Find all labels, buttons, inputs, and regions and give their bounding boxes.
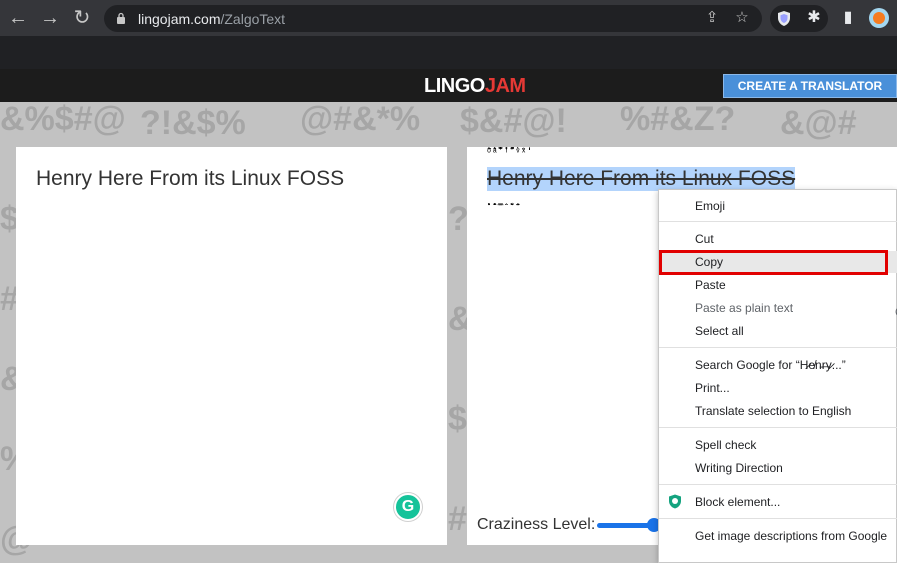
forward-arrow-icon[interactable]: → bbox=[38, 6, 62, 30]
output-text: Henry Here From its Linux FOSS bbox=[487, 167, 796, 191]
menu-separator bbox=[659, 484, 897, 485]
input-text: Henry Here From its Linux FOSS bbox=[36, 167, 345, 190]
puzzle-extensions-icon[interactable]: ✱ bbox=[804, 8, 824, 28]
browser-toolbar: ← → ↻ lingojam.com/ZalgoText ⇪ ☆ ✱ ▮ bbox=[0, 0, 897, 36]
site-header: LINGOJAM CREATE A TRANSLATOR bbox=[0, 69, 897, 102]
lock-icon bbox=[117, 12, 125, 24]
menu-item-search-google[interactable]: Search Google for “H̷e̸n̵r̶y̷...” bbox=[659, 354, 897, 376]
toolbar-divider-band bbox=[0, 36, 897, 69]
menu-separator bbox=[659, 347, 897, 348]
shield-extension-icon[interactable] bbox=[776, 10, 792, 27]
menu-item-cut[interactable]: Cut bbox=[659, 228, 897, 250]
menu-separator bbox=[659, 427, 897, 428]
input-textarea[interactable]: Henry Here From its Linux FOSS G bbox=[16, 147, 447, 545]
zalgo-marks-below: ̖̗͓̙ ̜̠̻ ̳͇̲ ̤̹ ̨̬͚ ̭̞̰ bbox=[489, 195, 521, 206]
url-text: lingojam.com/ZalgoText bbox=[138, 11, 286, 27]
address-bar[interactable]: lingojam.com/ZalgoText ⇪ ☆ bbox=[104, 5, 762, 32]
extensions-area: ✱ bbox=[770, 5, 828, 32]
menu-item-paste-plain[interactable]: Paste as plain text bbox=[659, 297, 897, 319]
back-arrow-icon[interactable]: ← bbox=[6, 6, 30, 30]
menu-item-translate[interactable]: Translate selection to English bbox=[659, 400, 897, 422]
menu-item-select-all[interactable]: Select all bbox=[659, 320, 897, 342]
menu-item-image-descriptions[interactable]: Get image descriptions from Google bbox=[659, 525, 897, 547]
side-panel-icon[interactable]: ▮ bbox=[838, 8, 858, 28]
menu-item-emoji[interactable]: Emoji bbox=[659, 195, 897, 217]
grammarly-icon[interactable]: G bbox=[394, 493, 422, 521]
menu-separator bbox=[659, 221, 897, 222]
menu-item-paste[interactable]: Paste bbox=[659, 274, 897, 296]
create-translator-button[interactable]: CREATE A TRANSLATOR bbox=[723, 74, 897, 98]
copy-highlight-box bbox=[659, 250, 888, 275]
menu-item-print[interactable]: Print... bbox=[659, 377, 897, 399]
menu-item-spell-check[interactable]: Spell check bbox=[659, 434, 897, 456]
craziness-level-label: Craziness Level: bbox=[477, 516, 596, 533]
bookmark-star-icon[interactable]: ☆ bbox=[732, 8, 752, 28]
zalgo-marks-above: ̂ͦ̿͐͘ ͛͗ͣ̑ ̔̉͂͆ ̊ͥ̓ ͒̽͊̚ ̾͐ͮ ͑ͯ̈ ̒̓ bbox=[489, 147, 533, 158]
menu-item-block-element[interactable]: Block element... bbox=[659, 491, 897, 513]
context-menu: Emoji Cut Copy Paste Paste as plain text… bbox=[658, 189, 897, 563]
site-logo[interactable]: LINGOJAM bbox=[424, 75, 526, 98]
profile-avatar[interactable] bbox=[869, 8, 889, 28]
menu-separator bbox=[659, 518, 897, 519]
reload-icon[interactable]: ↻ bbox=[70, 6, 94, 30]
menu-item-writing-direction[interactable]: Writing Direction bbox=[659, 457, 897, 479]
share-icon[interactable]: ⇪ bbox=[702, 8, 722, 28]
